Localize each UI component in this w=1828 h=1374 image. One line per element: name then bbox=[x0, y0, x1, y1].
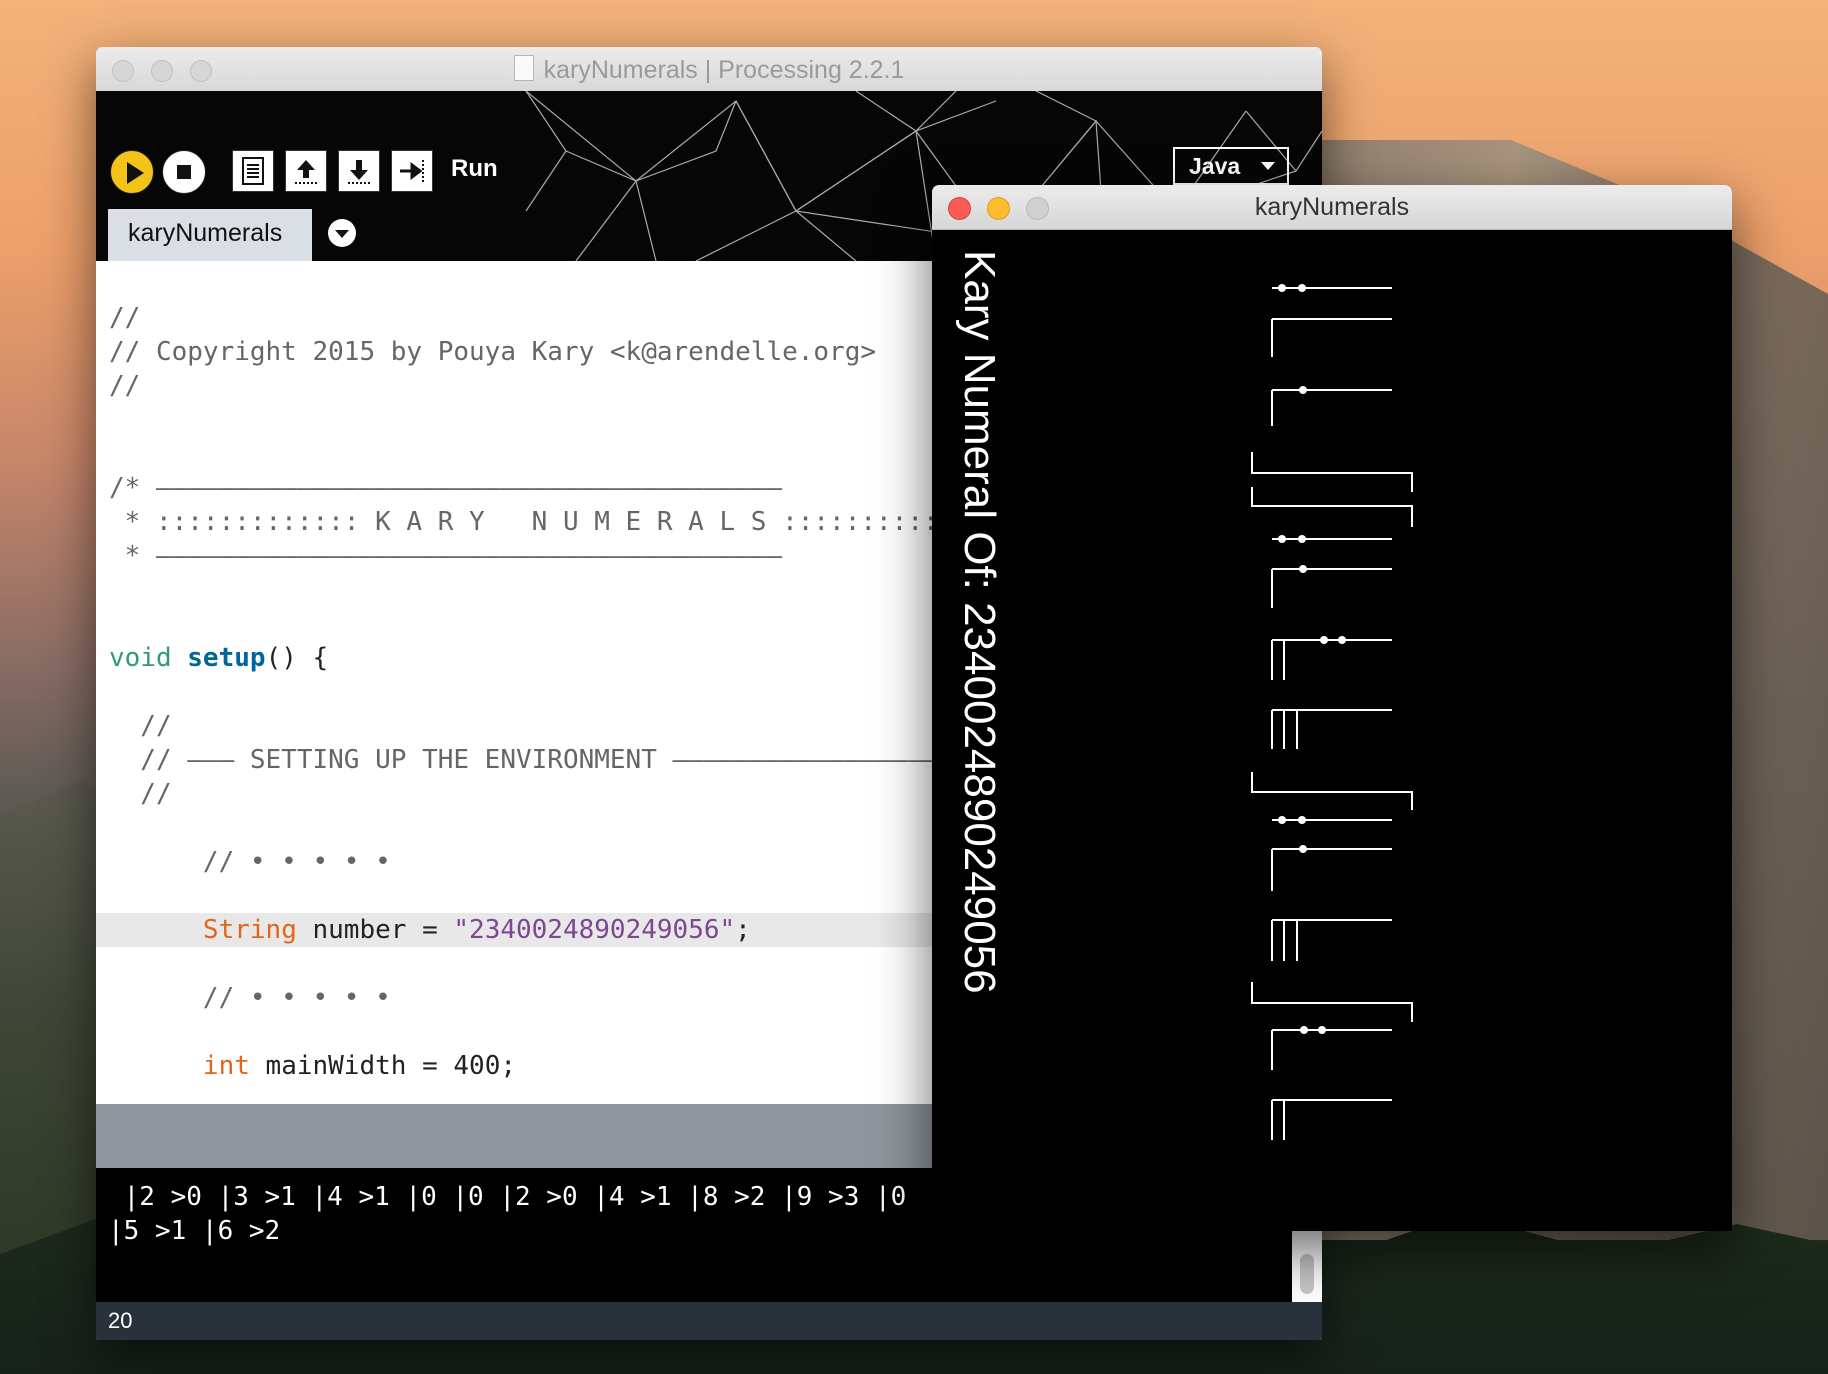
code-line: // • • • • • bbox=[109, 983, 391, 1013]
code-line: // ——— SETTING UP THE ENVIRONMENT ——————… bbox=[109, 745, 955, 775]
numeral-line bbox=[1271, 568, 1392, 608]
save-icon[interactable] bbox=[338, 150, 380, 192]
numeral-line bbox=[1271, 848, 1392, 891]
mode-dropdown[interactable]: Java bbox=[1173, 147, 1289, 185]
numeral-separator bbox=[1251, 452, 1413, 527]
sketch-window-title: karyNumerals bbox=[1254, 193, 1410, 221]
sketch-window: karyNumerals Kary Numeral Of: 2340024890… bbox=[932, 185, 1732, 1231]
numeral-dot bbox=[1298, 816, 1306, 824]
code-line: int mainWidth = 400; bbox=[109, 1051, 516, 1081]
code-line: * ::::::::::::: K A R Y N U M E R A L S … bbox=[109, 507, 970, 537]
numeral-dot bbox=[1278, 816, 1286, 824]
mode-label: Java bbox=[1189, 153, 1241, 179]
code-line: // • • • • • bbox=[109, 847, 391, 877]
open-icon[interactable] bbox=[285, 150, 327, 192]
numeral-dot bbox=[1299, 845, 1307, 853]
type-keyword: String bbox=[202, 915, 297, 945]
function-name: setup bbox=[187, 643, 266, 673]
numeral-line bbox=[1271, 709, 1392, 749]
numeral-dot bbox=[1278, 535, 1286, 543]
chevron-down-icon bbox=[1261, 162, 1275, 170]
code-line: // bbox=[109, 779, 172, 809]
console-scrollbar-thumb[interactable] bbox=[1300, 1254, 1314, 1294]
code-line: // Copyright 2015 by Pouya Kary <k@arend… bbox=[109, 337, 877, 367]
export-icon[interactable] bbox=[391, 150, 433, 192]
keyword: void bbox=[109, 643, 172, 673]
line-number-status: 20 bbox=[96, 1302, 1322, 1340]
string-literal: "2340024890249056" bbox=[453, 915, 736, 945]
numeral-dot bbox=[1300, 1026, 1308, 1034]
numeral-dot bbox=[1318, 1026, 1326, 1034]
tab-menu-icon[interactable] bbox=[328, 219, 356, 247]
stop-icon[interactable] bbox=[162, 150, 206, 194]
code-text: ; bbox=[735, 915, 751, 945]
numeral-line bbox=[1271, 639, 1392, 680]
code-text: mainWidth = 400; bbox=[249, 1051, 516, 1081]
sketch-titlebar[interactable]: karyNumerals bbox=[932, 185, 1732, 230]
run-play-icon[interactable] bbox=[110, 150, 154, 194]
numeral-dot bbox=[1338, 636, 1346, 644]
numeral-line bbox=[1271, 1099, 1392, 1140]
code-line: String number = "2340024890249056"; bbox=[109, 915, 751, 945]
code-line: /* —————————————————————————————————————… bbox=[109, 473, 783, 503]
numeral-line bbox=[1271, 1029, 1392, 1070]
numeral-dot bbox=[1298, 535, 1306, 543]
code-line: void setup() { bbox=[109, 643, 328, 673]
run-label: Run bbox=[451, 155, 498, 182]
type-keyword: int bbox=[202, 1051, 250, 1081]
numeral-line bbox=[1271, 389, 1392, 426]
ide-title-text: karyNumerals | Processing 2.2.1 bbox=[543, 56, 905, 84]
sketch-canvas: Kary Numeral Of: 2340024890249056 bbox=[932, 230, 1732, 1231]
numeral-dot bbox=[1299, 565, 1307, 573]
document-icon bbox=[513, 55, 534, 81]
numeral-dot bbox=[1299, 386, 1307, 394]
numeral-dot bbox=[1278, 284, 1286, 292]
tab-karynumerals[interactable]: karyNumerals bbox=[108, 209, 312, 261]
kary-numeral-drawing bbox=[1251, 284, 1413, 1140]
numeral-separator bbox=[1251, 982, 1413, 1022]
ide-titlebar[interactable]: karyNumerals | Processing 2.2.1 bbox=[96, 47, 1322, 92]
ide-window-title: karyNumerals | Processing 2.2.1 bbox=[96, 55, 1322, 85]
code-line: * ——————————————————————————————————————… bbox=[109, 541, 783, 571]
console-line: |2 >0 |3 >1 |4 >1 |0 |0 |2 >0 |4 >1 |8 >… bbox=[108, 1182, 907, 1212]
code-line: // bbox=[109, 371, 141, 401]
numeral-dot bbox=[1320, 636, 1328, 644]
code-line: // bbox=[109, 303, 141, 333]
code-text: number = bbox=[296, 915, 454, 945]
numeral-separator bbox=[1251, 772, 1413, 810]
code-line: // bbox=[109, 711, 172, 741]
numeral-dot bbox=[1298, 284, 1306, 292]
console-line: |5 >1 |6 >2 bbox=[108, 1216, 281, 1246]
numeral-line bbox=[1271, 318, 1392, 357]
numeral-line bbox=[1271, 919, 1392, 961]
code-text: () { bbox=[265, 643, 329, 673]
new-file-icon[interactable] bbox=[232, 150, 274, 192]
